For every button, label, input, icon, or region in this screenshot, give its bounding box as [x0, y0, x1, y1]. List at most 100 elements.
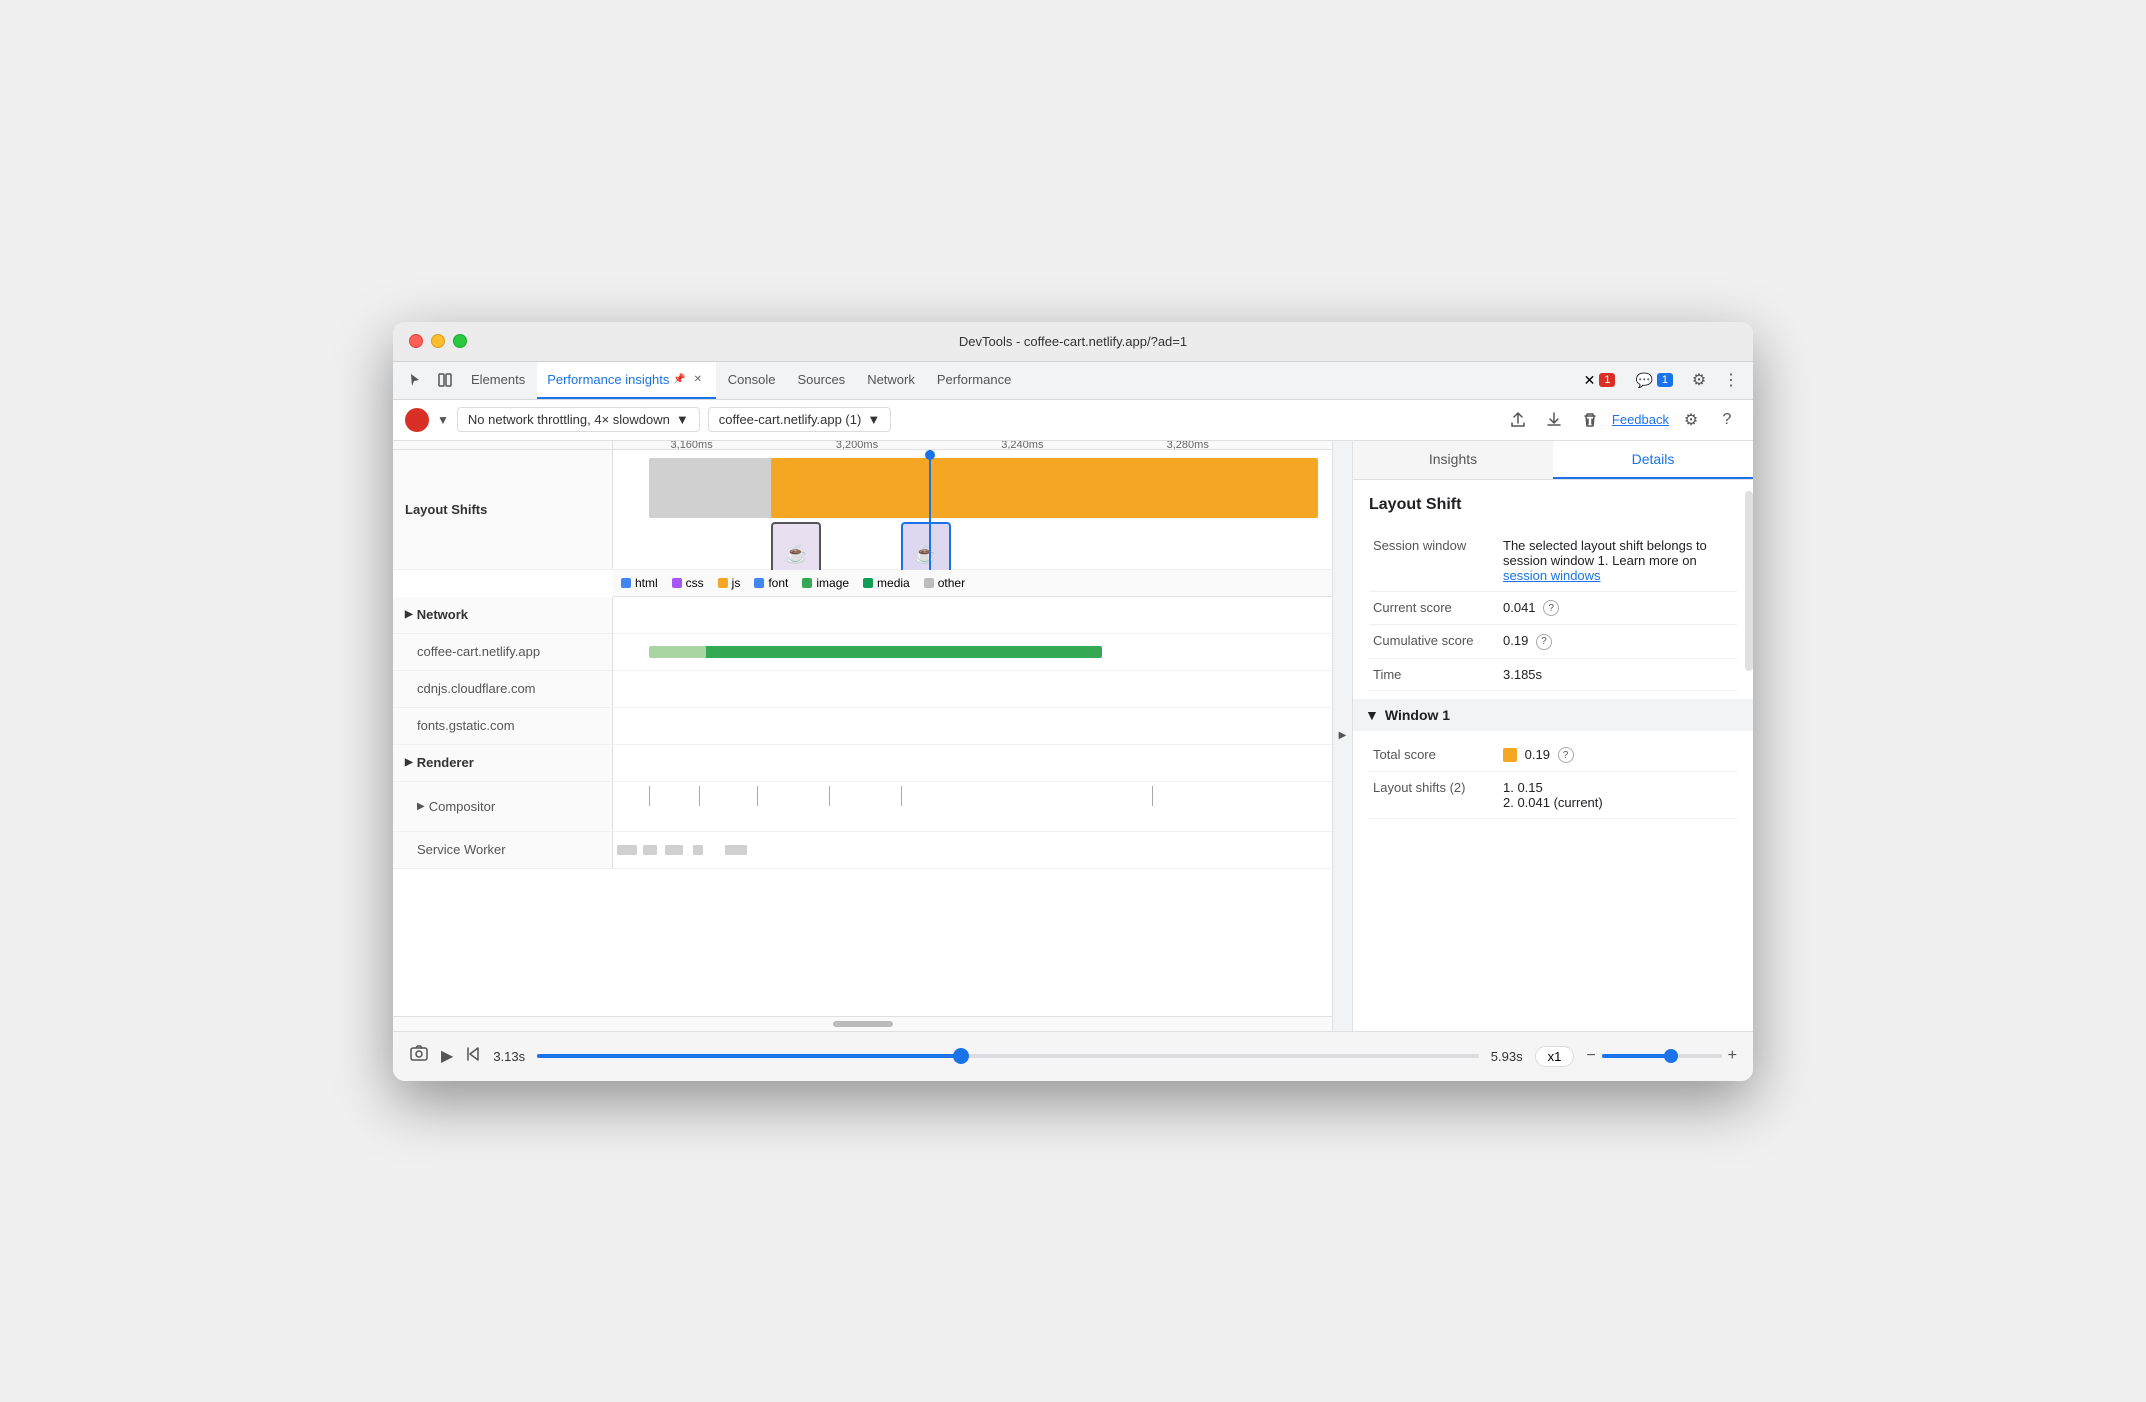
delete-icon[interactable]: [1576, 406, 1604, 434]
layout-shift-item-1: 1. 0.15: [1503, 780, 1733, 795]
cursor-icon[interactable]: [401, 366, 429, 394]
settings-icon[interactable]: ⚙: [1685, 366, 1713, 394]
tab-elements[interactable]: Elements: [461, 361, 535, 399]
js-dot: [718, 578, 728, 588]
layout-shift-bar-gray: [649, 458, 778, 518]
compositor-tick-3: [757, 786, 758, 806]
cumulative-score-key: Cumulative score: [1369, 625, 1499, 659]
slider-track[interactable]: [537, 1054, 1479, 1058]
network-label[interactable]: ▶ Network: [393, 597, 613, 633]
record-button[interactable]: [405, 408, 429, 432]
media-dot: [863, 578, 873, 588]
window1-collapsible[interactable]: ▼ Window 1: [1353, 699, 1753, 731]
layout-shifts-row: Layout shifts (2) 1. 0.15 2. 0.041 (curr…: [1369, 772, 1737, 819]
device-thumb-2[interactable]: ☕: [901, 522, 951, 570]
tab-details[interactable]: Details: [1553, 441, 1753, 479]
error-count: 1: [1599, 373, 1615, 387]
details-scrollbar[interactable]: [1745, 491, 1753, 671]
more-options-icon[interactable]: ⋮: [1717, 366, 1745, 394]
traffic-lights: [409, 334, 467, 348]
toolbar-settings-icon[interactable]: ⚙: [1677, 406, 1705, 434]
minimize-button[interactable]: [431, 334, 445, 348]
time-row: Time 3.185s: [1369, 658, 1737, 690]
network-item-1: coffee-cart.netlify.app: [393, 634, 613, 670]
cursor-handle: [925, 450, 935, 460]
legend-html: html: [621, 576, 658, 590]
title-bar: DevTools - coffee-cart.netlify.app/?ad=1: [393, 322, 1753, 362]
legend-font: font: [754, 576, 788, 590]
slider-fill: [537, 1054, 961, 1058]
compositor-tick-4: [829, 786, 830, 806]
zoom-thumb[interactable]: [1664, 1049, 1678, 1063]
cumulative-score-help-icon[interactable]: ?: [1536, 634, 1552, 650]
network-bar-3: [613, 708, 1332, 744]
legend-media: media: [863, 576, 910, 590]
url-dropdown[interactable]: coffee-cart.netlify.app (1) ▼: [708, 407, 891, 432]
layout-shifts-label: Layout Shifts: [393, 450, 613, 569]
timeline-slider[interactable]: [537, 1054, 1479, 1058]
collapse-arrow[interactable]: ▶: [1333, 441, 1353, 1031]
total-score-help-icon[interactable]: ?: [1558, 747, 1574, 763]
window1-table: Total score 0.19 ? Layout shifts (2) 1. …: [1369, 739, 1737, 820]
total-score-value: 0.19 ?: [1499, 739, 1737, 772]
zoom-out-icon[interactable]: −: [1586, 1047, 1595, 1065]
tab-console[interactable]: Console: [718, 361, 786, 399]
device-thumb-1[interactable]: ☕: [771, 522, 821, 570]
error-badge-button[interactable]: ✕ 1: [1576, 368, 1624, 393]
tab-performance-insights[interactable]: Performance insights 📌 ✕: [537, 361, 716, 399]
network-section-header: ▶ Network: [393, 597, 1332, 634]
horizontal-scrollbar[interactable]: [833, 1021, 893, 1027]
slider-thumb[interactable]: [953, 1048, 969, 1064]
maximize-button[interactable]: [453, 334, 467, 348]
download-icon[interactable]: [1540, 406, 1568, 434]
zoom-container: − +: [1586, 1047, 1737, 1065]
network-bar-light-1: [649, 646, 707, 658]
legend-other: other: [924, 576, 965, 590]
total-score-key: Total score: [1369, 739, 1499, 772]
compositor-tick-6: [1152, 786, 1153, 806]
css-dot: [672, 578, 682, 588]
panel-icon[interactable]: [431, 366, 459, 394]
timeline-ruler: 3,160ms 3,200ms 3,240ms 3,280ms: [613, 441, 1332, 449]
record-dropdown[interactable]: ▼: [437, 413, 449, 427]
learn-more-label: Learn more on: [1612, 553, 1697, 568]
share-icon[interactable]: [1504, 406, 1532, 434]
play-button[interactable]: ▶: [441, 1046, 453, 1066]
window-title: DevTools - coffee-cart.netlify.app/?ad=1: [409, 334, 1737, 349]
layout-shifts-values: 1. 0.15 2. 0.041 (current): [1499, 772, 1737, 819]
tab-performance[interactable]: Performance: [927, 361, 1021, 399]
session-windows-link[interactable]: session windows: [1503, 568, 1601, 583]
help-icon[interactable]: ?: [1713, 406, 1741, 434]
renderer-label[interactable]: ▶ Renderer: [393, 745, 613, 781]
scroll-indicator: [393, 1016, 1332, 1031]
network-item-2: cdnjs.cloudflare.com: [393, 671, 613, 707]
screenshot-icon[interactable]: [409, 1044, 429, 1069]
layout-shifts-row: Layout Shifts ☕ ☕: [393, 450, 1332, 570]
zoom-fill: [1602, 1054, 1674, 1058]
ruler-tick-1: 3,160ms: [671, 441, 713, 449]
throttle-dropdown[interactable]: No network throttling, 4× slowdown ▼: [457, 407, 700, 432]
message-badge-button[interactable]: 💬 1: [1627, 368, 1681, 393]
feedback-link[interactable]: Feedback: [1612, 412, 1669, 427]
tab-sources[interactable]: Sources: [787, 361, 855, 399]
compositor-tick-1: [649, 786, 650, 806]
sw-bar-3: [665, 845, 683, 855]
total-score-row: Total score 0.19 ?: [1369, 739, 1737, 772]
tab-insights[interactable]: Insights: [1353, 441, 1553, 479]
details-table: Session window The selected layout shift…: [1369, 530, 1737, 691]
cumulative-score-value: 0.19 ?: [1499, 625, 1737, 659]
close-button[interactable]: [409, 334, 423, 348]
current-score-row: Current score 0.041 ?: [1369, 591, 1737, 625]
zoom-slider[interactable]: [1602, 1054, 1722, 1058]
tab-network[interactable]: Network: [857, 361, 925, 399]
sw-bar-5: [725, 845, 747, 855]
tab-close-button[interactable]: ✕: [690, 371, 706, 387]
zoom-in-icon[interactable]: +: [1728, 1047, 1737, 1065]
current-score-help-icon[interactable]: ?: [1543, 600, 1559, 616]
compositor-label[interactable]: ▶ Compositor: [393, 782, 613, 831]
skip-to-start-button[interactable]: [465, 1046, 481, 1067]
details-panel: Insights Details Layout Shift Session wi…: [1353, 441, 1753, 1031]
speed-button[interactable]: x1: [1535, 1046, 1575, 1067]
ruler-label-col: [393, 441, 613, 449]
layout-shifts-content[interactable]: ☕ ☕: [613, 450, 1332, 570]
